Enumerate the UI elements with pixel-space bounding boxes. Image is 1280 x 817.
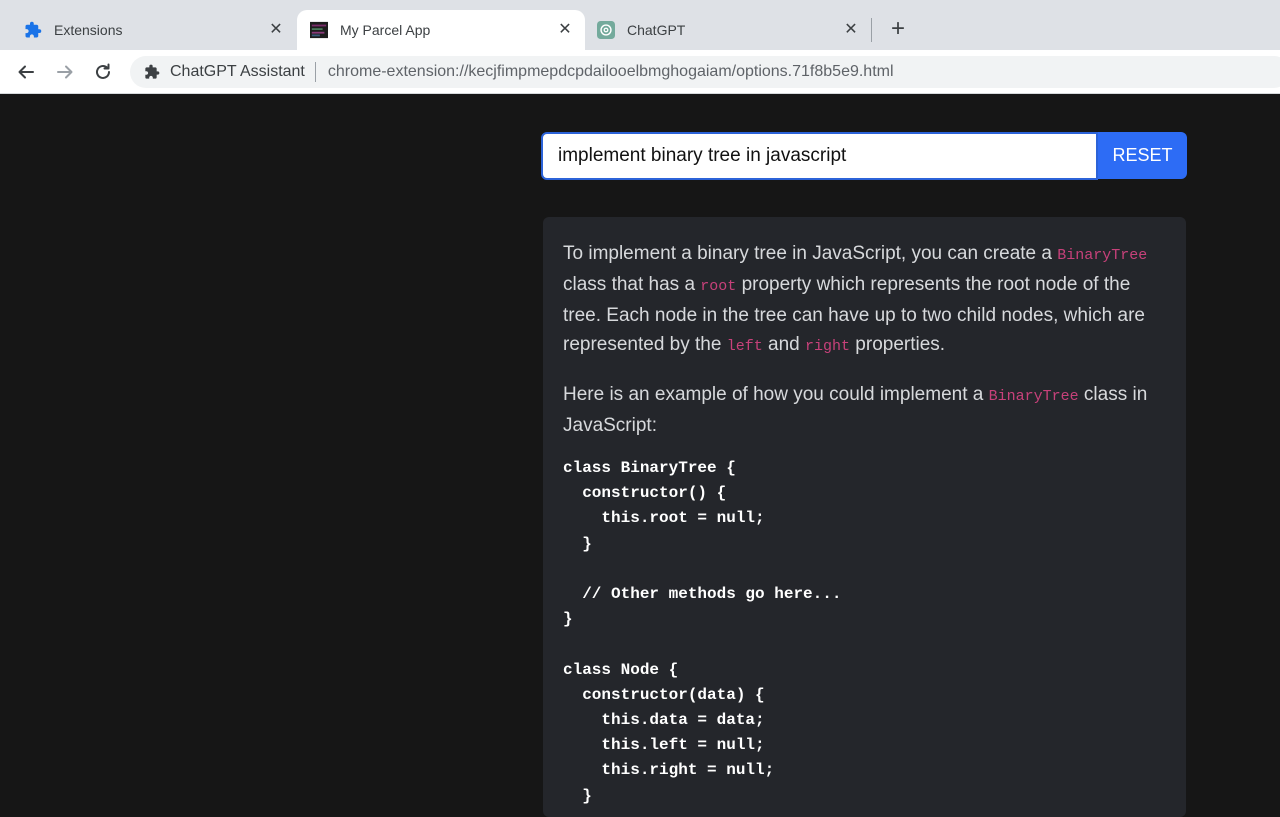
address-bar[interactable]: ChatGPT Assistant chrome-extension://kec… [130,56,1280,88]
answer-panel: To implement a binary tree in JavaScript… [543,217,1186,817]
app-favicon [310,21,328,39]
new-tab-button[interactable]: + [886,17,910,42]
inline-code: BinaryTree [1057,247,1148,264]
reload-button[interactable] [90,59,116,85]
inline-code: BinaryTree [988,388,1079,405]
browser-toolbar: ChatGPT Assistant chrome-extension://kec… [0,50,1280,94]
tab-title: My Parcel App [340,22,431,38]
answer-text: properties. [850,334,946,355]
inline-code: right [805,338,851,355]
tab-title: Extensions [54,22,123,38]
page-content: RESET To implement a binary tree in Java… [0,95,1280,817]
tab-strip: Extensions ✕ My Parcel App ✕ ChatGPT ✕ + [0,0,1280,50]
close-icon[interactable]: ✕ [557,22,573,38]
puzzle-icon [24,21,42,39]
url-text: chrome-extension://kecjfimpmepdcpdailooe… [327,63,894,80]
answer-text: To implement a binary tree in JavaScript… [563,243,1058,264]
inline-code: root [700,278,737,295]
inline-code: left [726,338,763,355]
forward-button[interactable] [52,59,78,85]
answer-paragraph: Here is an example of how you could impl… [563,380,1166,440]
tab-my-parcel-app[interactable]: My Parcel App ✕ [297,10,585,50]
reset-button[interactable]: RESET [1098,132,1187,179]
code-block: class BinaryTree { constructor() { this.… [563,459,842,805]
tab-extensions[interactable]: Extensions ✕ [0,10,296,50]
search-row: RESET [541,132,1187,180]
tab-divider [871,18,872,42]
reload-icon [96,63,110,79]
answer-text: class that has a [563,274,701,295]
extension-name: ChatGPT Assistant [170,63,305,80]
answer-text: and [762,334,805,355]
tab-title: ChatGPT [627,22,686,38]
address-divider [314,62,316,82]
back-button[interactable] [13,59,39,85]
search-input[interactable] [541,132,1098,180]
tab-chatgpt[interactable]: ChatGPT ✕ [585,10,871,50]
forward-arrow-icon [57,65,73,79]
close-icon[interactable]: ✕ [268,22,284,38]
openai-icon [597,21,615,39]
close-icon[interactable]: ✕ [843,22,859,38]
extension-puzzle-icon [144,64,160,80]
answer-paragraph: To implement a binary tree in JavaScript… [563,239,1166,361]
back-arrow-icon [18,65,34,79]
answer-text: Here is an example of how you could impl… [563,384,989,405]
